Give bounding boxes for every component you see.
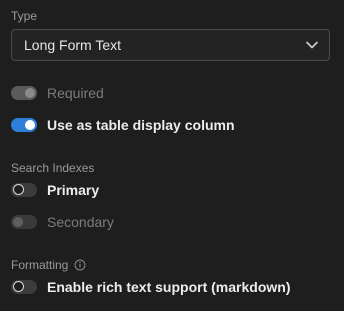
- field-settings-panel: Type Long Form Text Required Use as tabl…: [0, 0, 344, 311]
- info-icon[interactable]: [74, 259, 86, 271]
- required-label: Required: [47, 85, 104, 101]
- formatting-section-label: Formatting: [11, 258, 86, 272]
- required-toggle[interactable]: [11, 86, 37, 100]
- toggle-knob: [25, 88, 35, 98]
- rich-text-toggle[interactable]: [11, 280, 37, 294]
- type-select[interactable]: Long Form Text: [11, 29, 330, 61]
- toggle-knob: [13, 281, 24, 292]
- secondary-toggle[interactable]: [11, 215, 37, 229]
- table-display-toggle-row: Use as table display column: [11, 117, 235, 133]
- toggle-knob: [13, 184, 24, 195]
- table-display-toggle[interactable]: [11, 118, 37, 132]
- primary-toggle-row: Primary: [11, 182, 99, 198]
- primary-label: Primary: [47, 182, 100, 198]
- table-display-label: Use as table display column: [47, 117, 235, 133]
- search-indexes-label: Search Indexes: [11, 161, 95, 175]
- secondary-toggle-row: Secondary: [11, 214, 114, 230]
- toggle-knob: [25, 120, 35, 130]
- primary-toggle[interactable]: [11, 183, 37, 197]
- required-toggle-row: Required: [11, 85, 104, 101]
- type-select-value: Long Form Text: [24, 37, 122, 53]
- toggle-knob: [13, 217, 23, 227]
- rich-text-toggle-row: Enable rich text support (markdown): [11, 279, 290, 295]
- type-label: Type: [11, 9, 38, 23]
- formatting-label: Formatting: [11, 258, 69, 272]
- search-indexes-section-label: Search Indexes: [11, 161, 94, 175]
- chevron-down-icon: [305, 38, 319, 52]
- secondary-label: Secondary: [47, 214, 114, 230]
- type-section-label: Type: [11, 9, 37, 23]
- rich-text-label: Enable rich text support (markdown): [47, 279, 291, 295]
